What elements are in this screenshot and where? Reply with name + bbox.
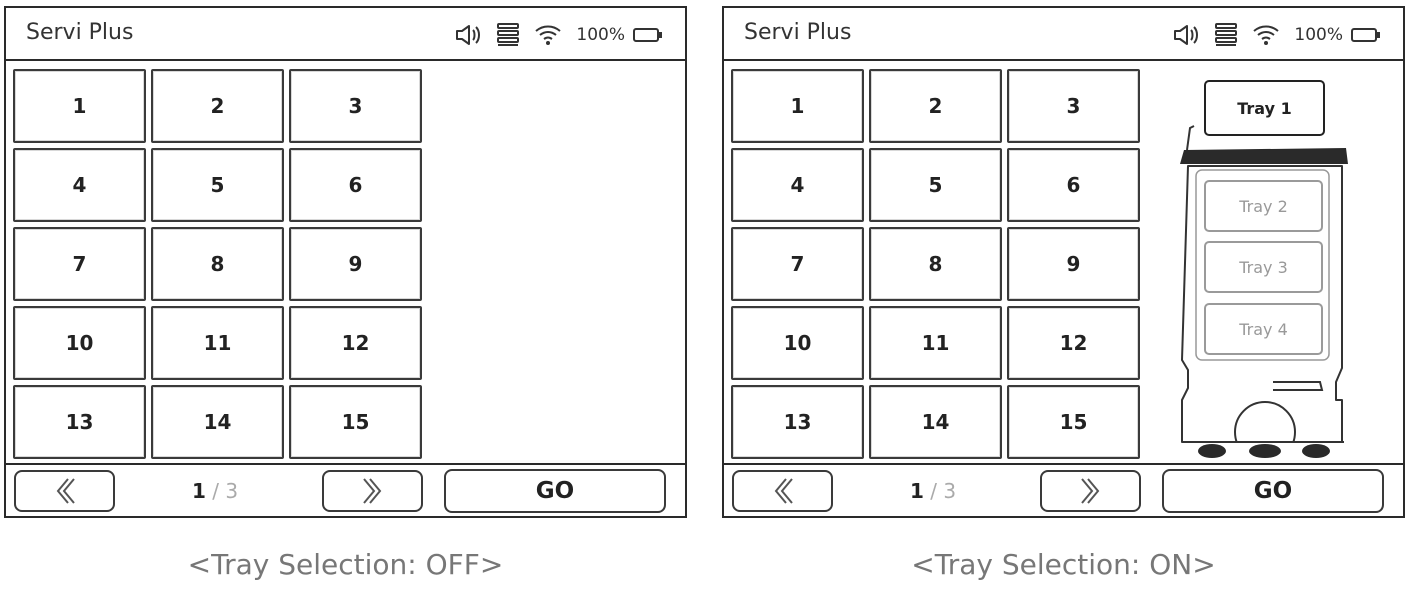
table-button-8[interactable]: 8 (869, 227, 1002, 301)
table-button-5[interactable]: 5 (151, 148, 284, 222)
wifi-icon[interactable] (534, 23, 562, 47)
speaker-volume-icon[interactable] (1172, 23, 1200, 47)
go-button[interactable]: GO (444, 469, 666, 513)
table-button-15[interactable]: 15 (289, 385, 422, 459)
go-button[interactable]: GO (1162, 469, 1384, 513)
screen-tray-selection-off: Servi Plus 100% 1 2 3 4 5 6 7 8 9 10 11 (4, 6, 687, 518)
table-button-6[interactable]: 6 (1007, 148, 1140, 222)
chevron-left-icon (56, 478, 75, 504)
battery-icon (1351, 27, 1381, 43)
total-pages: 3 (225, 479, 239, 503)
page-separator: / (212, 479, 220, 503)
table-button-9[interactable]: 9 (1007, 227, 1140, 301)
bottom-bar: 1 / 3 GO (6, 463, 685, 516)
table-button-11[interactable]: 11 (151, 306, 284, 380)
chevron-right-icon (1080, 478, 1099, 504)
status-icons: 100% (1158, 21, 1381, 49)
table-button-14[interactable]: 14 (151, 385, 284, 459)
table-button-13[interactable]: 13 (731, 385, 864, 459)
next-page-button[interactable] (1040, 470, 1141, 512)
table-button-2[interactable]: 2 (869, 69, 1002, 143)
caption-tray-selection-on: <Tray Selection: ON> (911, 548, 1216, 581)
stacked-lines-icon[interactable] (1214, 22, 1238, 48)
table-button-3[interactable]: 3 (289, 69, 422, 143)
table-button-5[interactable]: 5 (869, 148, 1002, 222)
table-button-6[interactable]: 6 (289, 148, 422, 222)
battery-percent: 100% (576, 25, 625, 45)
chevron-right-icon (362, 478, 381, 504)
page-indicator: 1 / 3 (910, 479, 956, 503)
bottom-bar: 1 / 3 GO (724, 463, 1403, 516)
wifi-icon[interactable] (1252, 23, 1280, 47)
page-separator: / (930, 479, 938, 503)
table-button-14[interactable]: 14 (869, 385, 1002, 459)
table-button-7[interactable]: 7 (731, 227, 864, 301)
app-title: Servi Plus (744, 20, 852, 45)
table-button-11[interactable]: 11 (869, 306, 1002, 380)
table-button-13[interactable]: 13 (13, 385, 146, 459)
battery-icon (633, 27, 663, 43)
tray-3-button[interactable]: Tray 3 (1204, 241, 1323, 293)
table-button-1[interactable]: 1 (731, 69, 864, 143)
table-button-2[interactable]: 2 (151, 69, 284, 143)
stacked-lines-icon[interactable] (496, 22, 520, 48)
table-button-12[interactable]: 12 (1007, 306, 1140, 380)
app-title: Servi Plus (26, 20, 134, 45)
prev-page-button[interactable] (732, 470, 833, 512)
chevron-left-icon (774, 478, 793, 504)
current-page: 1 (910, 479, 924, 503)
table-button-8[interactable]: 8 (151, 227, 284, 301)
status-icons: 100% (440, 21, 663, 49)
table-button-3[interactable]: 3 (1007, 69, 1140, 143)
table-button-10[interactable]: 10 (731, 306, 864, 380)
table-button-15[interactable]: 15 (1007, 385, 1140, 459)
table-button-7[interactable]: 7 (13, 227, 146, 301)
caption-tray-selection-off: <Tray Selection: OFF> (187, 548, 504, 581)
prev-page-button[interactable] (14, 470, 115, 512)
table-button-1[interactable]: 1 (13, 69, 146, 143)
table-button-9[interactable]: 9 (289, 227, 422, 301)
tray-1-button[interactable]: Tray 1 (1204, 80, 1325, 136)
next-page-button[interactable] (322, 470, 423, 512)
page-indicator: 1 / 3 (192, 479, 238, 503)
tray-4-button[interactable]: Tray 4 (1204, 303, 1323, 355)
battery-percent: 100% (1294, 25, 1343, 45)
robot-tray-selector: Tray 1 Tray 2 Tray 3 Tray 4 (1170, 70, 1356, 462)
table-button-12[interactable]: 12 (289, 306, 422, 380)
total-pages: 3 (943, 479, 957, 503)
table-button-10[interactable]: 10 (13, 306, 146, 380)
tray-2-button[interactable]: Tray 2 (1204, 180, 1323, 232)
status-bar: Servi Plus 100% (6, 8, 685, 61)
table-button-4[interactable]: 4 (13, 148, 146, 222)
status-bar: Servi Plus 100% (724, 8, 1403, 61)
screen-tray-selection-on: Servi Plus 100% 1 2 3 4 5 6 7 8 9 10 11 (722, 6, 1405, 518)
current-page: 1 (192, 479, 206, 503)
speaker-volume-icon[interactable] (454, 23, 482, 47)
table-button-4[interactable]: 4 (731, 148, 864, 222)
